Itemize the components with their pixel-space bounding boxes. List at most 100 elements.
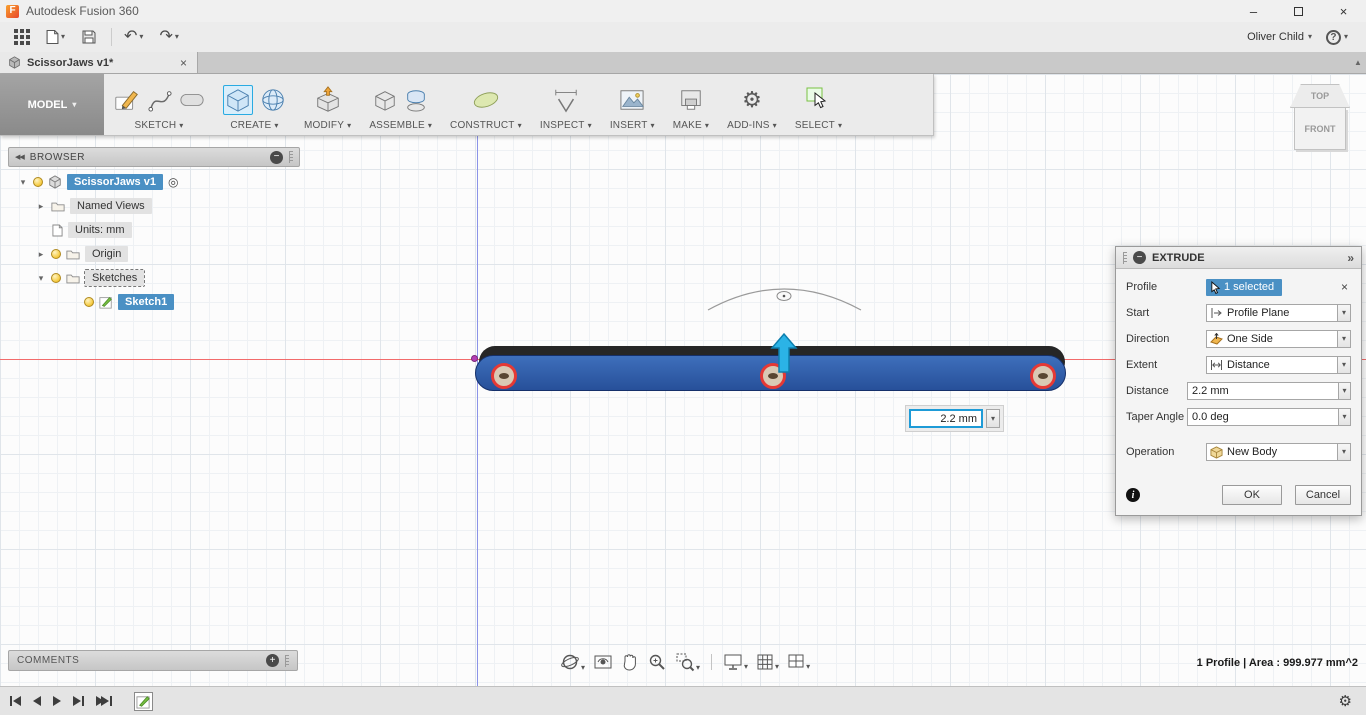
display-settings-button[interactable]: ▾ — [721, 652, 750, 672]
workspace-selector[interactable]: MODEL ▾ — [0, 74, 104, 135]
origin-expander-icon[interactable]: ▸ — [36, 249, 46, 260]
taper-input-caret[interactable]: ▾ — [1338, 408, 1351, 426]
tree-row-named-views[interactable]: ▸ Named Views — [8, 194, 300, 218]
distance-manipulator-caret[interactable]: ▾ — [986, 409, 1000, 428]
undo-button[interactable]: ↶ ▾ — [120, 26, 147, 48]
document-tab-close-icon[interactable]: × — [178, 56, 189, 70]
ribbon-tab-sketch[interactable]: SKETCH▾ — [135, 120, 184, 131]
help-menu-button[interactable]: ? ▾ — [1326, 30, 1348, 45]
addins-button[interactable]: ⚙ — [742, 89, 762, 111]
sketches-label[interactable]: Sketches — [85, 270, 144, 286]
origin-label[interactable]: Origin — [85, 246, 128, 262]
tree-row-sketches[interactable]: ▾ Sketches — [8, 266, 300, 290]
create-sphere-button[interactable] — [260, 87, 286, 113]
user-account-menu[interactable]: Oliver Child ▾ — [1247, 31, 1312, 43]
viewport-layout-button[interactable]: ▾ — [785, 652, 812, 672]
view-cube[interactable]: TOP FRONT — [1288, 84, 1352, 150]
tree-row-sketch1[interactable]: Sketch1 — [8, 290, 300, 314]
minimize-button[interactable]: – — [1231, 0, 1276, 22]
zoom-button[interactable] — [645, 651, 669, 673]
start-dropdown[interactable]: Profile Plane ▾ — [1206, 304, 1351, 322]
sketch-spline-button[interactable] — [148, 86, 172, 114]
sketch1-label[interactable]: Sketch1 — [118, 294, 174, 310]
ribbon-tab-insert[interactable]: INSERT▾ — [610, 120, 655, 131]
browser-drag-grip[interactable] — [289, 151, 293, 163]
root-item-label[interactable]: ScissorJaws v1 — [67, 174, 163, 190]
viewcube-top-face[interactable]: TOP — [1290, 84, 1350, 108]
operation-dropdown[interactable]: New Body ▾ — [1206, 443, 1351, 461]
taper-angle-input[interactable] — [1187, 408, 1338, 426]
comments-expand-button[interactable]: + — [266, 654, 279, 667]
extrude-button-active[interactable] — [223, 85, 253, 115]
look-at-button[interactable] — [591, 651, 615, 673]
root-expander-icon[interactable]: ▾ — [18, 177, 28, 188]
redo-button[interactable]: ↷ ▾ — [155, 26, 182, 48]
comments-bar[interactable]: COMMENTS + — [8, 650, 298, 671]
cancel-button[interactable]: Cancel — [1295, 485, 1351, 505]
ribbon-tab-assemble[interactable]: ASSEMBLE▾ — [369, 120, 432, 131]
joint-button[interactable] — [404, 87, 428, 113]
distance-input-caret[interactable]: ▾ — [1338, 382, 1351, 400]
dialog-collapse-button[interactable]: − — [1133, 251, 1146, 264]
document-tab[interactable]: ScissorJaws v1* × — [0, 52, 198, 73]
browser-minimize-button[interactable]: − — [270, 151, 283, 164]
units-label[interactable]: Units: mm — [68, 222, 132, 238]
tree-row-origin[interactable]: ▸ Origin — [8, 242, 300, 266]
sketch-slot-button[interactable] — [179, 86, 205, 114]
orbit-button[interactable]: ▾ — [558, 651, 587, 673]
distance-input[interactable] — [1187, 382, 1338, 400]
ribbon-tab-construct[interactable]: CONSTRUCT▾ — [450, 120, 522, 131]
ribbon-tab-addins[interactable]: ADD-INS▾ — [727, 120, 777, 131]
ribbon-tab-inspect[interactable]: INSPECT▾ — [540, 120, 592, 131]
extrude-drag-arrow[interactable] — [770, 332, 798, 374]
distance-manipulator-input[interactable] — [909, 409, 983, 428]
browser-panel-header[interactable]: ◀◀ BROWSER − — [8, 147, 300, 167]
ok-button[interactable]: OK — [1222, 485, 1282, 505]
measure-button[interactable] — [553, 87, 579, 113]
app-grid-button[interactable] — [10, 26, 34, 48]
viewcube-front-face[interactable]: FRONT — [1294, 108, 1346, 150]
make-button[interactable] — [679, 88, 703, 112]
direction-dropdown[interactable]: One Side ▾ — [1206, 330, 1351, 348]
insert-image-button[interactable] — [619, 88, 645, 112]
extent-dropdown[interactable]: Distance ▾ — [1206, 356, 1351, 374]
extrude-dialog-header[interactable]: − EXTRUDE » — [1116, 247, 1361, 269]
ribbon-tab-select[interactable]: SELECT▾ — [795, 120, 842, 131]
save-button[interactable] — [77, 26, 101, 48]
origin-visibility-bulb[interactable] — [51, 249, 61, 259]
ribbon-tab-modify[interactable]: MODIFY▾ — [304, 120, 351, 131]
ribbon-tab-make[interactable]: MAKE▾ — [673, 120, 709, 131]
maximize-button[interactable] — [1276, 0, 1321, 22]
timeline-start-button[interactable] — [10, 696, 21, 706]
select-button[interactable] — [805, 86, 831, 114]
dialog-dock-icon[interactable]: » — [1347, 251, 1354, 265]
pan-button[interactable] — [619, 651, 641, 673]
named-views-expander-icon[interactable]: ▸ — [36, 201, 46, 212]
ribbon-tab-create[interactable]: CREATE▾ — [230, 120, 278, 131]
comments-drag-grip[interactable] — [285, 655, 289, 667]
sketch1-visibility-bulb[interactable] — [84, 297, 94, 307]
press-pull-button[interactable] — [314, 85, 342, 115]
construction-plane-button[interactable] — [471, 87, 501, 113]
timeline-back-button[interactable] — [33, 696, 41, 706]
create-sketch-button[interactable] — [113, 86, 141, 114]
tab-scroll-up-button[interactable]: ▲ — [1350, 52, 1366, 73]
timeline-forward-button[interactable] — [73, 696, 84, 706]
tree-row-units[interactable]: Units: mm — [8, 218, 300, 242]
file-menu-button[interactable]: ▾ — [42, 26, 69, 48]
profile-selection-chip[interactable]: 1 selected — [1206, 279, 1282, 296]
named-views-label[interactable]: Named Views — [70, 198, 152, 214]
profile-clear-icon[interactable]: × — [1338, 280, 1351, 294]
timeline-settings-gear-icon[interactable]: ⚙ — [1339, 694, 1352, 709]
viewport-canvas[interactable]: ▾ TOP FRONT ◀◀ BROWSER − ▾ Sci — [0, 74, 1366, 686]
timeline-sketch1-feature[interactable] — [134, 692, 153, 711]
close-button[interactable]: × — [1321, 0, 1366, 22]
grid-snap-button[interactable]: ▾ — [754, 652, 781, 672]
tree-row-root[interactable]: ▾ ScissorJaws v1 ◎ — [8, 170, 300, 194]
info-icon[interactable]: i — [1126, 488, 1140, 502]
zoom-window-button[interactable]: ▾ — [673, 651, 702, 673]
timeline-end-button[interactable] — [96, 696, 112, 706]
timeline-play-button[interactable] — [53, 696, 61, 706]
activate-component-icon[interactable]: ◎ — [168, 175, 178, 189]
root-visibility-bulb[interactable] — [33, 177, 43, 187]
